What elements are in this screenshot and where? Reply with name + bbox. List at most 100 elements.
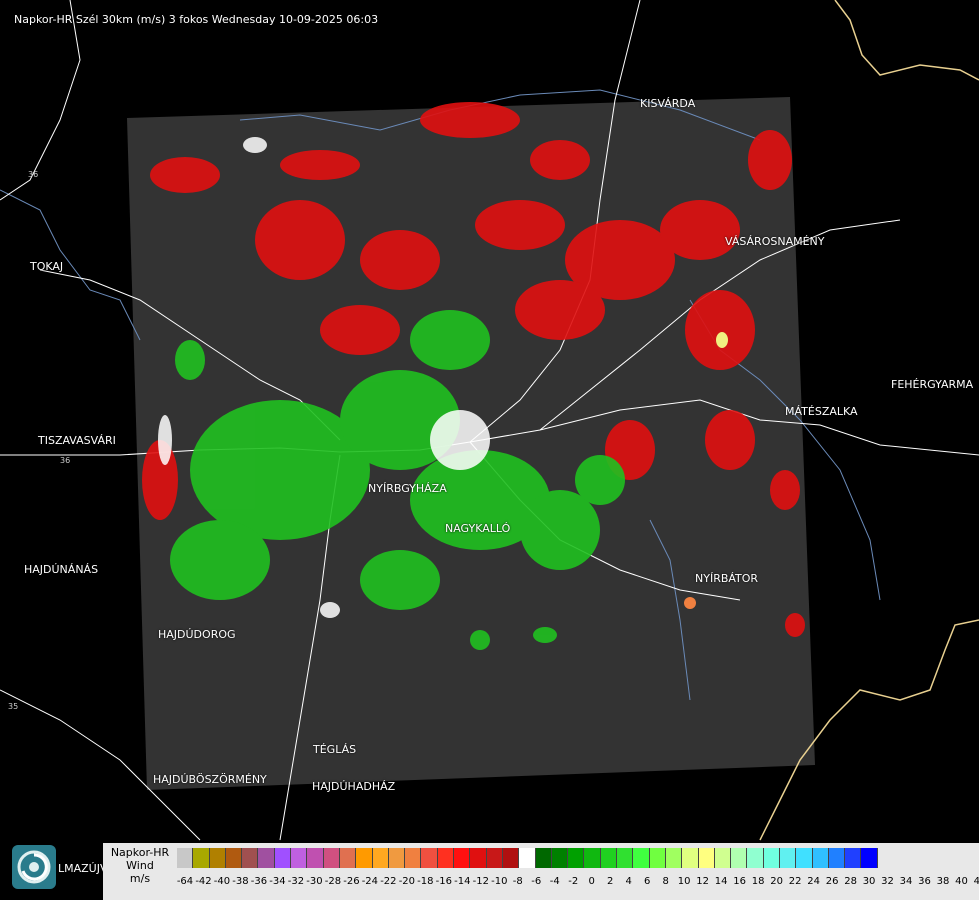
- legend-tick-label: -34: [269, 876, 286, 887]
- city-label-hajdudorog: HAJDÚDOROG: [158, 628, 236, 641]
- legend-title-line: Napkor-HR: [110, 846, 170, 859]
- legend-swatch: [242, 848, 259, 868]
- legend-swatch: [845, 848, 862, 868]
- legend-swatch: [486, 848, 503, 868]
- legend-tick-label: 38: [936, 876, 950, 887]
- legend-swatch: [388, 848, 406, 868]
- road-number: 36: [28, 170, 39, 179]
- city-label-fehergyarmat: FEHÉRGYARMA: [891, 378, 974, 391]
- legend-tick-label: -20: [398, 876, 416, 887]
- legend-swatch: [209, 848, 226, 868]
- legend-swatch: [502, 848, 520, 868]
- road-number: 36: [60, 456, 71, 465]
- legend-tick-label: -30: [306, 876, 323, 887]
- legend-tick-label: 14: [714, 876, 728, 887]
- legend-swatch: [779, 848, 797, 868]
- legend-swatch: [861, 848, 878, 868]
- swirl-icon: [17, 850, 51, 884]
- legend-tick-label: -16: [435, 876, 452, 887]
- legend-tick-label: -38: [232, 876, 249, 887]
- legend-tick-label: 32: [881, 876, 894, 887]
- legend-swatch: [584, 848, 601, 868]
- legend-tick-label: -14: [454, 876, 471, 887]
- legend-swatch: [177, 848, 194, 868]
- legend-tick-label: -12: [472, 876, 489, 887]
- legend-tick-label: 4: [625, 876, 632, 887]
- city-label-mateszalka: MÁTÉSZALKA: [785, 405, 858, 418]
- legend-swatch: [796, 848, 813, 868]
- legend-tick-label: 34: [899, 876, 913, 887]
- legend-swatch: [225, 848, 243, 868]
- legend-tick-label: 16: [733, 876, 747, 887]
- legend-swatch: [372, 848, 389, 868]
- legend-swatch: [763, 848, 780, 868]
- legend-swatch: [682, 848, 699, 868]
- legend-swatch: [323, 848, 340, 868]
- legend-swatch: [421, 848, 438, 868]
- legend-tick-label: -64: [176, 876, 194, 887]
- legend-swatch: [307, 848, 324, 868]
- legend-tick-label: 26: [825, 876, 839, 887]
- legend-swatch: [828, 848, 846, 868]
- legend-tick-label: 10: [677, 876, 691, 887]
- legend-swatch: [747, 848, 764, 868]
- country-border: [834, 0, 979, 81]
- legend-swatch: [617, 848, 634, 868]
- legend-tick-label: 18: [751, 876, 765, 887]
- legend-swatch: [649, 848, 666, 868]
- legend-tick-label: -2: [568, 876, 579, 887]
- legend-title-line: Wind: [126, 859, 154, 872]
- city-label-hajdunanas: HAJDÚNÁNÁS: [24, 563, 99, 576]
- legend-tick-label: -24: [361, 876, 379, 887]
- legend-swatch: [356, 848, 373, 868]
- legend-tick-label: 6: [644, 876, 651, 887]
- legend-tick-label: 28: [844, 876, 857, 887]
- legend-tick-label: 20: [770, 876, 783, 887]
- legend-swatch: [519, 848, 536, 868]
- legend-tick-label: -6: [531, 876, 542, 887]
- legend-swatch: [551, 848, 569, 868]
- legend-tick-label: -8: [512, 876, 523, 887]
- legend-swatch: [339, 848, 357, 868]
- legend-tick-label: -42: [195, 876, 212, 887]
- city-label-vasarosnameny: VÁSÁROSNAMÉNY: [725, 235, 825, 248]
- legend-tick-label: 8: [662, 876, 669, 887]
- city-label-tokaj: TOKAJ: [30, 260, 64, 273]
- legend-tick-label: -26: [343, 876, 360, 887]
- legend-swatch: [665, 848, 683, 868]
- legend-tick-label: -28: [324, 876, 342, 887]
- legend-tick-label: 40: [955, 876, 968, 887]
- city-label-hajduboszormeny: HAJDÚBÖSZÖRMÉNY: [153, 773, 267, 786]
- city-label-kisvarda: KISVÁRDA: [640, 97, 696, 110]
- legend-tick-label: 12: [696, 876, 710, 887]
- app-logo: [12, 845, 56, 889]
- legend-swatch: [291, 848, 308, 868]
- legend-tick-label: 2: [607, 876, 614, 887]
- legend-swatch: [470, 848, 487, 868]
- legend-tick-label: -40: [213, 876, 231, 887]
- legend-swatch: [193, 848, 210, 868]
- legend-tick-label: 30: [862, 876, 876, 887]
- legend-tick-label: -22: [380, 876, 397, 887]
- legend-tick-label: 0: [588, 876, 595, 887]
- legend-tick-label: 36: [918, 876, 931, 887]
- legend-swatch: [274, 848, 292, 868]
- map-title: Napkor-HR Szél 30km (m/s) 3 fokos Wednes…: [14, 13, 379, 26]
- legend-tick-label: -32: [287, 876, 305, 887]
- legend-swatch: [731, 848, 748, 868]
- legend-swatch: [633, 848, 650, 868]
- legend-unit: m/s: [129, 872, 151, 885]
- legend-swatch: [812, 848, 829, 868]
- legend-swatch: [535, 848, 552, 868]
- legend-tick-label: -10: [491, 876, 508, 887]
- legend-ticks: -64 -42 -40 -38 -36 -34 -32 -30 -28 -26 -24 -22 -20-…: [176, 876, 979, 890]
- city-label-nyiregyhaza: NYÍRBGYHÁZA: [368, 482, 447, 495]
- legend-swatch: [258, 848, 275, 868]
- legend-swatch: [714, 848, 732, 868]
- legend-tick-label: -18: [417, 876, 434, 887]
- legend-swatch: [600, 848, 618, 868]
- legend-tick-label: -4: [549, 876, 560, 887]
- city-label-nyirbator: NYÍRBÁTOR: [695, 572, 759, 585]
- legend-swatch: [454, 848, 471, 868]
- legend-swatch: [437, 848, 455, 868]
